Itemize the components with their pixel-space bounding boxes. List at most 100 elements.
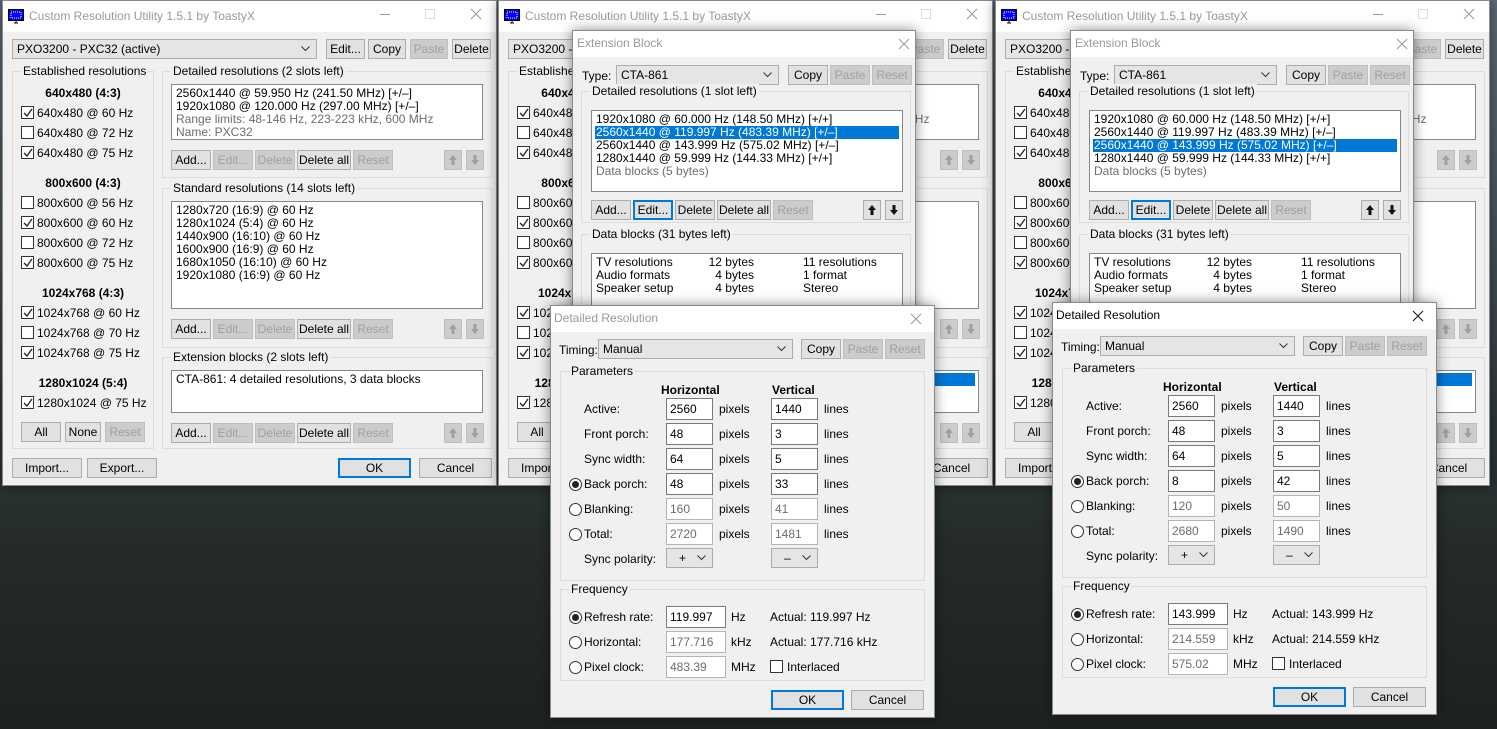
established-resolution-item[interactable]: 1024x768 @ 75 Hz xyxy=(21,346,151,362)
checkbox[interactable] xyxy=(517,346,530,359)
detailed-resolutions-list[interactable]: 1920x1080 @ 60.000 Hz (148.50 MHz) [+/+]… xyxy=(591,110,903,192)
checkbox[interactable] xyxy=(517,146,530,159)
checkbox[interactable] xyxy=(1014,396,1027,409)
row-radio[interactable] xyxy=(569,478,582,491)
cancel-button[interactable]: Cancel xyxy=(851,690,924,710)
frequency-input[interactable]: 214.559 xyxy=(1168,628,1228,650)
delete-button[interactable]: Delete xyxy=(1445,39,1484,59)
reset-button[interactable]: Reset xyxy=(353,423,393,443)
row-radio[interactable] xyxy=(569,528,582,541)
checkbox[interactable] xyxy=(517,216,530,229)
delete-all-button[interactable]: Delete all xyxy=(297,150,351,170)
timing-select[interactable]: Manual xyxy=(1100,336,1295,356)
established-resolution-item[interactable]: 1280x1024 @ 75 Hz xyxy=(21,396,151,412)
established-resolution-item[interactable]: 800x600 @ 56 Hz xyxy=(21,196,151,212)
move-up-button[interactable] xyxy=(863,200,881,220)
list-item[interactable]: Name: PXC32 xyxy=(175,126,479,139)
detailed-resolutions-list[interactable]: 1920x1080 @ 60.000 Hz (148.50 MHz) [+/+]… xyxy=(1089,110,1401,192)
checkbox[interactable] xyxy=(1014,346,1027,359)
edit-button[interactable]: Edit... xyxy=(213,423,253,443)
reset-button[interactable]: Reset xyxy=(1370,65,1410,85)
maximize-icon[interactable] xyxy=(1416,7,1430,21)
row-radio[interactable] xyxy=(1071,475,1084,488)
frequency-input[interactable]: 575.02 xyxy=(1168,653,1228,675)
checkbox[interactable] xyxy=(517,106,530,119)
frequency-radio[interactable] xyxy=(1071,658,1084,671)
ok-button[interactable]: OK xyxy=(1273,687,1346,707)
close-icon[interactable] xyxy=(469,7,483,21)
delete-button[interactable]: Delete xyxy=(1173,200,1213,220)
add-button[interactable]: Add... xyxy=(1089,200,1129,220)
horizontal-polarity-select[interactable]: + xyxy=(1168,545,1215,565)
frequency-radio[interactable] xyxy=(569,611,582,624)
minimize-icon[interactable] xyxy=(1371,7,1385,21)
edit-monitor-button[interactable]: Edit... xyxy=(326,39,365,59)
vertical-input[interactable]: 5 xyxy=(771,448,818,470)
horizontal-input[interactable]: 160 xyxy=(666,498,713,520)
vertical-input[interactable]: 3 xyxy=(771,423,818,445)
paste-button[interactable]: Paste xyxy=(1328,65,1368,85)
ok-button[interactable]: OK xyxy=(338,458,411,478)
move-down-button[interactable] xyxy=(885,200,903,220)
move-down-button[interactable] xyxy=(962,319,980,339)
frequency-input[interactable]: 143.999 xyxy=(1168,603,1228,625)
reset-button[interactable]: Reset xyxy=(1387,336,1427,356)
checkbox[interactable] xyxy=(1014,236,1027,249)
reset-button[interactable]: Reset xyxy=(872,65,912,85)
close-icon[interactable] xyxy=(1462,7,1476,21)
copy-button[interactable]: Copy xyxy=(801,339,841,359)
list-item-data-blocks[interactable]: Data blocks (5 bytes) xyxy=(595,165,899,178)
list-item[interactable]: CTA-861: 4 detailed resolutions, 3 data … xyxy=(175,373,479,386)
delete-button[interactable]: Delete xyxy=(255,150,295,170)
ok-button[interactable]: OK xyxy=(771,690,844,710)
add-button[interactable]: Add... xyxy=(171,319,211,339)
move-up-button[interactable] xyxy=(444,319,462,339)
established-resolution-item[interactable]: 640x480 @ 72 Hz xyxy=(21,126,151,142)
move-up-button[interactable] xyxy=(940,319,958,339)
checkbox[interactable] xyxy=(21,196,34,209)
vertical-input[interactable]: 1440 xyxy=(1273,395,1320,417)
horizontal-input[interactable]: 64 xyxy=(1168,445,1215,467)
checkbox[interactable] xyxy=(21,236,34,249)
horizontal-input[interactable]: 120 xyxy=(1168,495,1215,517)
delete-button[interactable]: Delete xyxy=(675,200,715,220)
move-up-button[interactable] xyxy=(940,423,958,443)
vertical-polarity-select[interactable]: – xyxy=(771,548,818,568)
vertical-input[interactable]: 42 xyxy=(1273,470,1320,492)
vertical-input[interactable]: 1490 xyxy=(1273,520,1320,542)
list-item-data-blocks[interactable]: Data blocks (5 bytes) xyxy=(1093,165,1397,178)
edit-button[interactable]: Edit... xyxy=(213,319,253,339)
checkbox[interactable] xyxy=(517,326,530,339)
copy-button[interactable]: Copy xyxy=(368,39,406,59)
frequency-radio[interactable] xyxy=(569,636,582,649)
delete-all-button[interactable]: Delete all xyxy=(1215,200,1269,220)
established-resolution-item[interactable]: 640x480 @ 60 Hz xyxy=(21,106,151,122)
vertical-input[interactable]: 1440 xyxy=(771,398,818,420)
detailed-list[interactable]: 2560x1440 @ 59.950 Hz (241.50 MHz) [+/–]… xyxy=(171,84,483,140)
paste-button[interactable]: Paste xyxy=(410,39,448,59)
add-button[interactable]: Add... xyxy=(171,150,211,170)
maximize-icon[interactable] xyxy=(919,7,933,21)
data-block-row[interactable]: Speaker setup 4 bytes Stereo xyxy=(1093,282,1397,295)
checkbox[interactable] xyxy=(1014,326,1027,339)
move-down-button[interactable] xyxy=(1383,200,1401,220)
delete-all-button[interactable]: Delete all xyxy=(717,200,771,220)
standard-list[interactable]: 1280x720 (16:9) @ 60 Hz1280x1024 (5:4) @… xyxy=(171,201,483,309)
checkbox[interactable] xyxy=(1014,256,1027,269)
established-resolution-item[interactable]: 1024x768 @ 70 Hz xyxy=(21,326,151,342)
established-resolution-item[interactable]: 800x600 @ 60 Hz xyxy=(21,216,151,232)
checkbox[interactable] xyxy=(1014,126,1027,139)
frequency-radio[interactable] xyxy=(569,661,582,674)
move-up-button[interactable] xyxy=(1361,200,1379,220)
cancel-button[interactable]: Cancel xyxy=(1353,687,1426,707)
minimize-icon[interactable] xyxy=(874,7,888,21)
checkbox[interactable] xyxy=(21,106,34,119)
horizontal-polarity-select[interactable]: + xyxy=(666,548,713,568)
close-icon[interactable] xyxy=(897,37,911,51)
reset-button[interactable]: Reset xyxy=(353,150,393,170)
delete-all-button[interactable]: Delete all xyxy=(297,319,351,339)
edit-button[interactable]: Edit... xyxy=(213,150,253,170)
checkbox[interactable] xyxy=(21,216,34,229)
move-down-button[interactable] xyxy=(1459,150,1477,170)
delete-button[interactable]: Delete xyxy=(255,423,295,443)
